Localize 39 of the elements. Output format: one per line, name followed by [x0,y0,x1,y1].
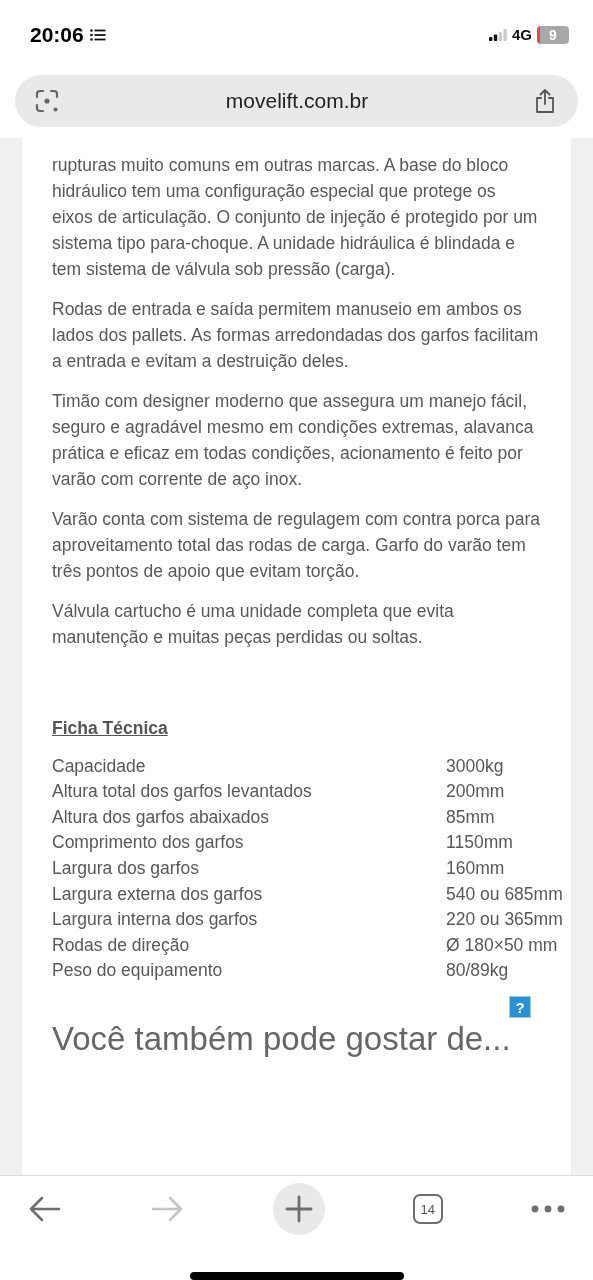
tab-count-button[interactable]: 14 [412,1194,443,1225]
address-bar[interactable]: movelift.com.br [15,74,578,127]
list-icon [89,28,106,41]
new-tab-button[interactable] [272,1183,325,1236]
spec-label: Altura dos garfos abaixados [52,805,270,829]
spec-value: 3000kg [446,754,504,778]
spec-value: 200mm [446,780,505,804]
related-heading: Você também pode gostar de... [52,1020,512,1059]
help-badge[interactable]: ? [509,996,531,1019]
spec-value: 160mm [446,857,505,881]
body-paragraph: Varão conta com sistema de regulagem com contra porca para aproveitamento total das rodas de carga. Garfo do varão tem três pontos de apoio que evitam torção. [52,507,541,583]
spec-value: Ø 180×50 mm [446,933,558,957]
share-icon[interactable] [534,87,556,114]
more-icon[interactable] [531,1204,565,1215]
signal-icon [489,28,507,41]
back-arrow-icon[interactable] [28,1195,62,1224]
body-paragraph: rupturas muito comuns em outras marcas. A base do bloco hidráulico tem uma configuração especial que protege os eixos de articulação. O conjunto de injeção é protegido por um sistema tipo para-choque. A unidade hidráulica é blindada e tem sistema de válvula sob pressão (carga). [52,153,539,281]
body-paragraph: Rodas de entrada e saída permitem manuseio em ambos os lados dos pallets. As formas arredondadas dos garfos facilitam a entrada e evitam a destruição deles. [52,297,540,373]
lens-icon[interactable] [34,87,60,114]
spec-value: 1150mm [446,831,513,855]
spec-label: Peso do equipamento [52,959,224,983]
spec-label: Rodas de direção [52,933,191,957]
body-paragraph: Timão com designer moderno que assegura um manejo fácil, seguro e agradável mesmo em condições extremas, alavanca prática e eficaz em todas condições, acionamento é feito por varão com corrente de aço inox. [52,389,535,491]
body-paragraph: Válvula cartucho é uma unidade completa que evita manutenção e muitas peças perdidas ou soltas. [52,599,455,649]
spec-label: Capacidade [52,754,147,778]
spec-value: 80/89kg [446,959,509,983]
spec-label: Altura total dos garfos levantados [52,780,313,804]
status-time: 20:06 [30,22,84,47]
spec-value: 540 ou 685mm [446,882,563,906]
spec-label: Comprimento dos garfos [52,831,245,855]
battery-indicator: 9 [537,25,569,44]
network-type: 4G [512,26,532,44]
section-heading: Ficha Técnica [52,717,168,739]
spec-value: 220 ou 365mm [446,908,563,932]
url-text: movelift.com.br [225,88,369,113]
spec-label: Largura dos garfos [52,857,200,881]
spec-label: Largura interna dos garfos [52,908,259,932]
spec-value: 85mm [446,805,495,829]
spec-label: Largura externa dos garfos [52,882,264,906]
